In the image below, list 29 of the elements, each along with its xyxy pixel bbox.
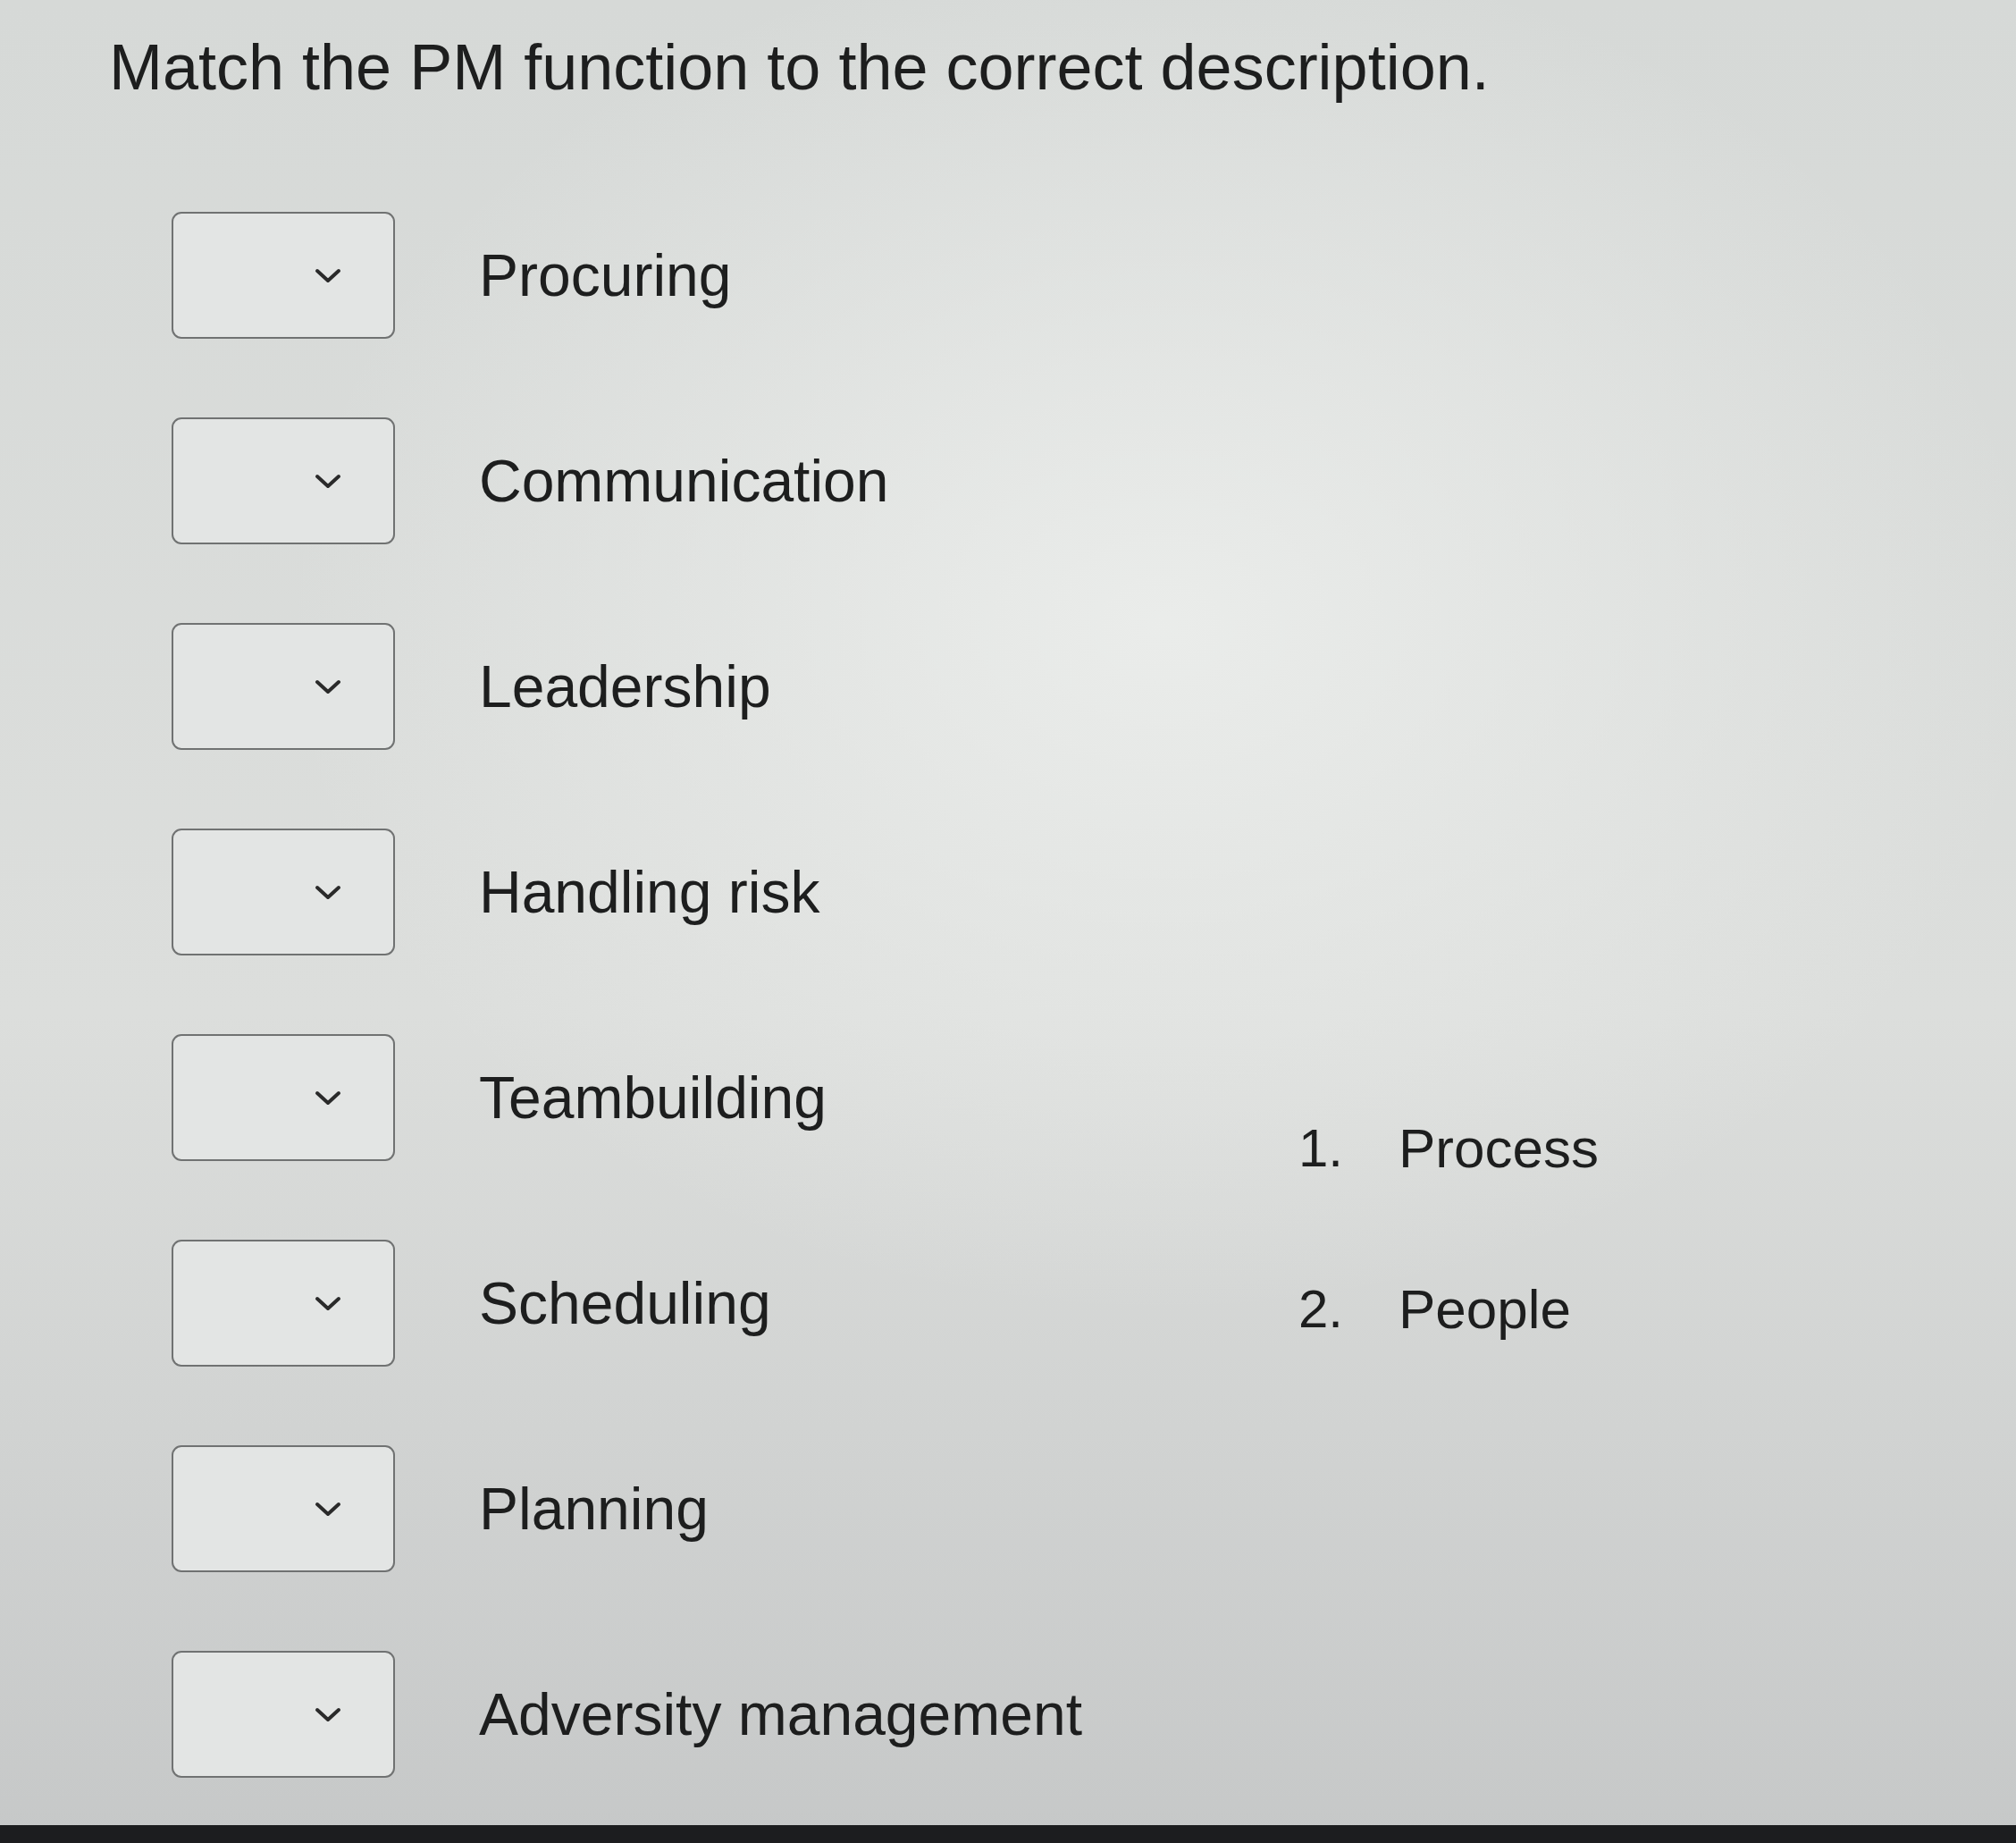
chevron-down-icon [315,884,341,900]
chevron-down-icon [315,473,341,489]
chevron-down-icon [315,678,341,694]
chevron-down-icon [315,267,341,283]
answer-dropdown[interactable] [172,1445,395,1572]
answer-dropdown[interactable] [172,1651,395,1778]
function-label: Handling risk [479,858,820,927]
option-text: People [1399,1277,1572,1342]
function-label: Communication [479,447,889,516]
option-text: Process [1399,1116,1599,1181]
chevron-down-icon [315,1295,341,1311]
answer-dropdown[interactable] [172,212,395,339]
answer-dropdown[interactable] [172,623,395,750]
chevron-down-icon [315,1706,341,1722]
answer-dropdown[interactable] [172,829,395,955]
question-prompt: Match the PM function to the correct description. [109,30,1490,105]
function-label: Leadership [479,652,771,721]
function-label: Scheduling [479,1269,771,1338]
function-label: Teambuilding [479,1064,827,1132]
chevron-down-icon [315,1501,341,1517]
answer-dropdown[interactable] [172,1240,395,1367]
function-label: Adversity management [479,1680,1082,1749]
answer-dropdown[interactable] [172,1034,395,1161]
answer-dropdown[interactable] [172,417,395,544]
function-label: Procuring [479,241,732,310]
list-number: 1. [1298,1117,1345,1180]
list-number: 2. [1298,1278,1345,1341]
function-label: Planning [479,1475,709,1544]
chevron-down-icon [315,1090,341,1106]
